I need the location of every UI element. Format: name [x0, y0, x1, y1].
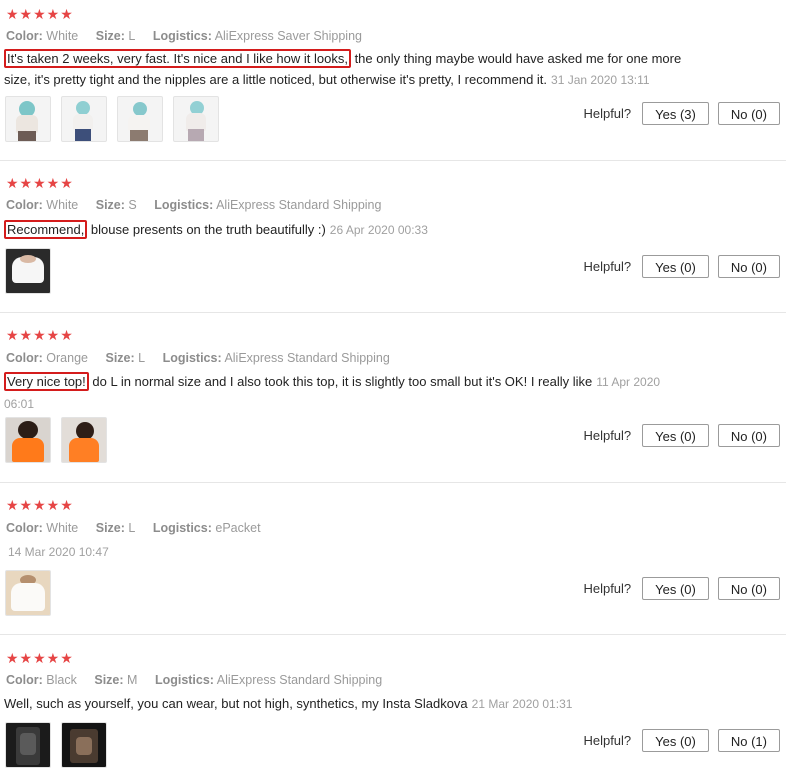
review-text-continued: do L in normal size and I also took this… [88, 374, 593, 389]
star-rating: ★★★★★ [6, 650, 74, 666]
review-photos [5, 570, 51, 616]
helpful-yes-button[interactable]: Yes (0) [642, 424, 709, 447]
logistics-value: AliExpress Standard Shipping [216, 673, 383, 687]
review-photos [5, 248, 51, 294]
review-text: Very nice top! do L in normal size and I… [4, 371, 704, 415]
review-text-body: Well, such as yourself, you can wear, bu… [4, 696, 468, 711]
review-photos [5, 417, 107, 463]
review-photo-thumbnail[interactable] [173, 96, 219, 142]
size-value: L [128, 29, 136, 43]
helpful-yes-button[interactable]: Yes (0) [642, 577, 709, 600]
color-label: Color: [6, 521, 43, 535]
review-text: Recommend, blouse presents on the truth … [4, 219, 724, 241]
review-text-line2: size, it's pretty tight and the nipples … [4, 72, 548, 87]
helpful-controls: Helpful? Yes (0) No (1) [583, 729, 780, 752]
helpful-controls: Helpful? Yes (0) No (0) [583, 255, 780, 278]
helpful-label: Helpful? [583, 733, 632, 748]
size-label: Size: [94, 673, 124, 687]
review-photo-thumbnail[interactable] [5, 722, 51, 768]
color-value: White [46, 29, 79, 43]
logistics-value: AliExpress Standard Shipping [216, 198, 382, 212]
highlighted-phrase: Very nice top! [4, 372, 89, 391]
review-photos [5, 96, 219, 142]
review-text-continued: the only thing maybe would have asked me… [350, 51, 682, 66]
review-attributes: Color: Black Size: M Logistics: AliExpre… [6, 672, 396, 688]
helpful-controls: Helpful? Yes (3) No (0) [583, 102, 780, 125]
size-value: M [127, 673, 138, 687]
helpful-no-button[interactable]: No (0) [717, 577, 780, 600]
review-attributes: Color: White Size: L Logistics: AliExpre… [6, 28, 376, 44]
review-text: Well, such as yourself, you can wear, bu… [4, 693, 724, 715]
review-photo-thumbnail[interactable] [5, 248, 51, 294]
review-photos [5, 722, 107, 768]
color-value: Black [46, 673, 77, 687]
star-rating: ★★★★★ [6, 327, 74, 343]
review-photo-thumbnail[interactable] [61, 722, 107, 768]
color-value: White [46, 521, 79, 535]
size-value: S [128, 198, 137, 212]
review-date: 11 Apr 2020 [596, 375, 661, 389]
helpful-label: Helpful? [583, 581, 632, 596]
star-rating: ★★★★★ [6, 497, 74, 513]
review-date: 21 Mar 2020 01:31 [471, 697, 573, 711]
review-date: 14 Mar 2020 10:47 [8, 545, 109, 559]
size-label: Size: [95, 198, 125, 212]
review-date: 31 Jan 2020 13:11 [551, 73, 650, 87]
logistics-label: Logistics: [154, 198, 214, 212]
helpful-yes-button[interactable]: Yes (0) [642, 729, 709, 752]
color-label: Color: [6, 198, 43, 212]
size-label: Size: [95, 521, 125, 535]
star-rating: ★★★★★ [6, 175, 74, 191]
review-text-continued: blouse presents on the truth beautifully… [87, 222, 326, 237]
review-text: It's taken 2 weeks, very fast. It's nice… [4, 48, 724, 91]
highlighted-phrase: Recommend, [4, 220, 88, 239]
logistics-value: AliExpress Standard Shipping [224, 351, 390, 365]
highlighted-phrase: It's taken 2 weeks, very fast. It's nice… [4, 49, 351, 68]
color-label: Color: [6, 351, 43, 365]
color-value: White [46, 198, 79, 212]
size-label: Size: [95, 29, 125, 43]
review-item: ★★★★★ Color: White Size: L Logistics: eP… [0, 482, 786, 635]
helpful-label: Helpful? [583, 106, 632, 121]
size-label: Size: [105, 351, 135, 365]
review-date: 26 Apr 2020 00:33 [329, 223, 428, 237]
size-value: L [128, 521, 136, 535]
review-photo-thumbnail[interactable] [117, 96, 163, 142]
color-label: Color: [6, 29, 43, 43]
review-text: 14 Mar 2020 10:47 [4, 541, 109, 563]
helpful-label: Helpful? [583, 428, 632, 443]
color-label: Color: [6, 673, 43, 687]
star-rating: ★★★★★ [6, 6, 74, 22]
size-value: L [138, 351, 146, 365]
logistics-label: Logistics: [152, 29, 212, 43]
helpful-controls: Helpful? Yes (0) No (0) [583, 577, 780, 600]
logistics-value: AliExpress Saver Shipping [214, 29, 362, 43]
helpful-controls: Helpful? Yes (0) No (0) [583, 424, 780, 447]
review-attributes: Color: Orange Size: L Logistics: AliExpr… [6, 350, 404, 366]
review-item: ★★★★★ Color: White Size: L Logistics: Al… [0, 0, 786, 161]
review-photo-thumbnail[interactable] [61, 417, 107, 463]
helpful-yes-button[interactable]: Yes (0) [642, 255, 709, 278]
review-attributes: Color: White Size: L Logistics: ePacket [6, 520, 275, 536]
color-value: Orange [46, 351, 88, 365]
logistics-value: ePacket [215, 521, 261, 535]
helpful-no-button[interactable]: No (0) [717, 424, 780, 447]
helpful-yes-button[interactable]: Yes (3) [642, 102, 709, 125]
review-photo-thumbnail[interactable] [61, 96, 107, 142]
logistics-label: Logistics: [162, 351, 222, 365]
review-attributes: Color: White Size: S Logistics: AliExpre… [6, 197, 395, 213]
review-item: ★★★★★ Color: Orange Size: L Logistics: A… [0, 312, 786, 483]
review-item: ★★★★★ Color: Black Size: M Logistics: Al… [0, 634, 786, 781]
logistics-label: Logistics: [152, 521, 212, 535]
review-photo-thumbnail[interactable] [5, 96, 51, 142]
review-item: ★★★★★ Color: White Size: S Logistics: Al… [0, 160, 786, 313]
review-photo-thumbnail[interactable] [5, 417, 51, 463]
helpful-no-button[interactable]: No (0) [717, 102, 780, 125]
helpful-no-button[interactable]: No (1) [717, 729, 780, 752]
review-time: 06:01 [4, 397, 35, 411]
review-photo-thumbnail[interactable] [5, 570, 51, 616]
helpful-label: Helpful? [583, 259, 632, 274]
logistics-label: Logistics: [154, 673, 214, 687]
helpful-no-button[interactable]: No (0) [717, 255, 780, 278]
